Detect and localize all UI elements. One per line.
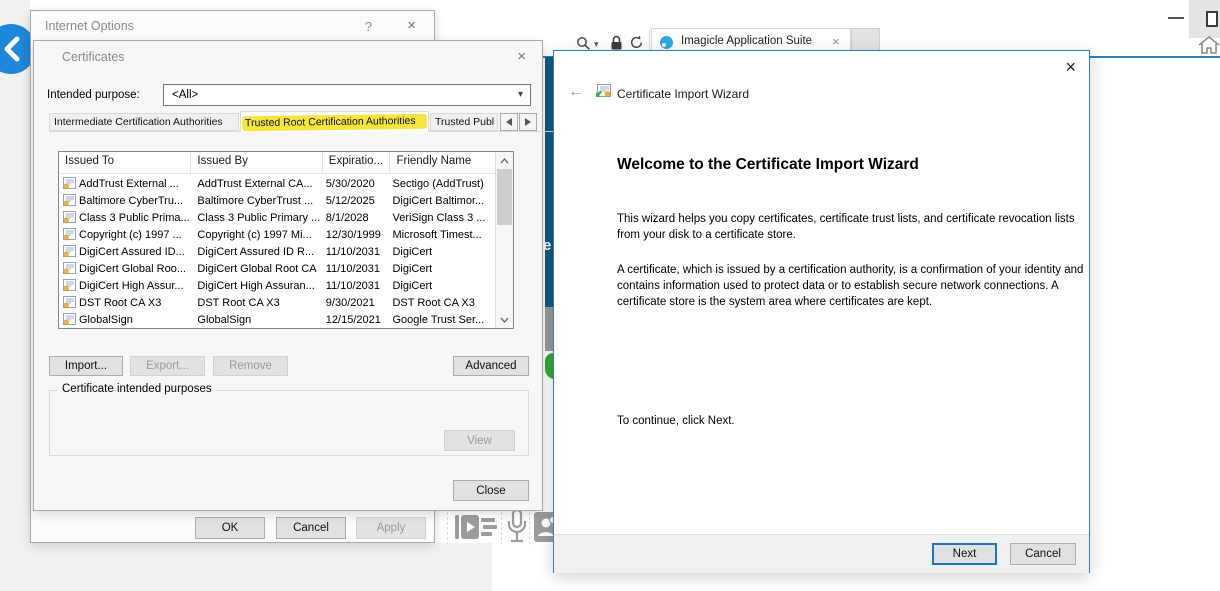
close-button[interactable]: Close bbox=[453, 480, 529, 501]
certificate-icon bbox=[62, 194, 76, 207]
search-icon[interactable] bbox=[576, 36, 591, 51]
column-header-friendly-name[interactable]: Friendly Name bbox=[390, 152, 496, 173]
tab-trusted-publishers[interactable]: Trusted Publ bbox=[430, 113, 498, 131]
table-row[interactable]: DigiCert High Assur... DigiCert High Ass… bbox=[59, 277, 496, 294]
wizard-paragraph-3: To continue, click Next. bbox=[617, 413, 735, 429]
background-left-strip bbox=[0, 0, 30, 591]
certificate-icon bbox=[62, 262, 76, 275]
wizard-paragraph-1: This wizard helps you copy certificates,… bbox=[617, 211, 1079, 243]
groupbox-label: Certificate intended purposes bbox=[58, 383, 216, 395]
certificate-icon bbox=[62, 245, 76, 258]
wizard-heading: Welcome to the Certificate Import Wizard bbox=[617, 156, 919, 174]
table-row[interactable]: Copyright (c) 1997 ... Copyright (c) 199… bbox=[59, 226, 496, 243]
partial-page-icon bbox=[1206, 11, 1218, 27]
browser-tab-title[interactable]: Imagicle Application Suite bbox=[681, 35, 812, 47]
remove-button: Remove bbox=[213, 356, 288, 376]
certificate-import-wizard-dialog: × ← Certificate Import Wizard Welcome to… bbox=[553, 50, 1090, 573]
next-button[interactable]: Next bbox=[932, 543, 997, 565]
certificate-icon bbox=[62, 296, 76, 309]
intended-purpose-label: Intended purpose: bbox=[47, 89, 140, 101]
certificate-icon bbox=[62, 228, 76, 241]
certificate-import-icon bbox=[594, 84, 612, 101]
search-dropdown-icon[interactable]: ▾ bbox=[594, 39, 599, 50]
table-row[interactable]: AddTrust External ... AddTrust External … bbox=[59, 175, 496, 192]
chevron-down-icon: ▾ bbox=[518, 89, 523, 100]
certificate-intended-purposes-groupbox: Certificate intended purposes View bbox=[49, 390, 529, 456]
close-icon[interactable]: × bbox=[407, 17, 416, 34]
background-bottom-strip bbox=[0, 543, 492, 591]
imagicle-favicon bbox=[660, 36, 673, 49]
minimize-icon[interactable] bbox=[1168, 17, 1184, 19]
table-row[interactable]: DigiCert Global Roo... DigiCert Global R… bbox=[59, 260, 496, 277]
combobox-value: <All> bbox=[172, 89, 198, 101]
table-row[interactable]: Class 3 Public Prima... Class 3 Public P… bbox=[59, 209, 496, 226]
certificates-dialog: Certificates × Intended purpose: <All> ▾… bbox=[33, 40, 543, 511]
lock-icon bbox=[610, 35, 623, 51]
vertical-scrollbar[interactable] bbox=[495, 152, 513, 328]
microphone-icon[interactable] bbox=[506, 509, 528, 546]
apply-button: Apply bbox=[356, 517, 426, 539]
column-header-expiration[interactable]: Expiratio... bbox=[323, 152, 391, 173]
tab-intermediate-certification-authorities[interactable]: Intermediate Certification Authorities bbox=[49, 113, 239, 131]
tab-scroll-left-button[interactable] bbox=[500, 113, 518, 131]
tab-trusted-root-certification-authorities[interactable]: Trusted Root Certification Authorities bbox=[240, 111, 429, 132]
intended-purpose-combobox[interactable]: <All> ▾ bbox=[163, 84, 531, 106]
certificate-icon bbox=[62, 313, 76, 326]
video-conference-icon[interactable] bbox=[455, 513, 497, 543]
cancel-button[interactable]: Cancel bbox=[276, 517, 346, 539]
icon-separator bbox=[501, 507, 502, 545]
certificate-list: Issued To Issued By Expiratio... Friendl… bbox=[58, 151, 514, 329]
triangle-left-icon bbox=[506, 118, 512, 126]
icon-separator bbox=[529, 507, 530, 545]
scroll-down-icon[interactable] bbox=[496, 312, 512, 327]
tab-close-icon[interactable]: × bbox=[832, 34, 840, 49]
table-row[interactable]: GlobalSign GlobalSign 12/15/2021 Google … bbox=[59, 311, 496, 328]
back-arrow-icon[interactable]: ← bbox=[568, 83, 584, 101]
triangle-right-icon bbox=[525, 118, 531, 126]
cancel-button[interactable]: Cancel bbox=[1010, 543, 1076, 565]
advanced-button[interactable]: Advanced bbox=[453, 356, 529, 376]
table-row[interactable]: DigiCert Assured ID... DigiCert Assured … bbox=[59, 243, 496, 260]
certificate-icon bbox=[62, 177, 76, 190]
close-icon[interactable]: × bbox=[1065, 57, 1076, 78]
ok-button[interactable]: OK bbox=[195, 517, 265, 539]
tab-scroll-right-button[interactable] bbox=[519, 113, 537, 131]
icon-separator bbox=[447, 507, 448, 545]
certificate-icon bbox=[62, 211, 76, 224]
certificate-icon bbox=[62, 279, 76, 292]
table-row[interactable]: DST Root CA X3 DST Root CA X3 9/30/2021 … bbox=[59, 294, 496, 311]
table-row[interactable]: Baltimore CyberTru... Baltimore CyberTru… bbox=[59, 192, 496, 209]
list-header-row: Issued To Issued By Expiratio... Friendl… bbox=[59, 152, 496, 174]
dialog-title: Certificates bbox=[62, 50, 125, 64]
refresh-icon[interactable] bbox=[629, 35, 644, 50]
close-icon[interactable]: × bbox=[517, 48, 526, 65]
dialog-title: Internet Options bbox=[45, 19, 134, 33]
wizard-footer bbox=[554, 534, 1089, 573]
yellow-highlight: Trusted Root Certification Authorities bbox=[242, 113, 427, 131]
export-button: Export... bbox=[130, 356, 205, 376]
wizard-title: Certificate Import Wizard bbox=[617, 87, 749, 101]
scrollbar-thumb[interactable] bbox=[497, 169, 512, 225]
column-header-issued-by[interactable]: Issued By bbox=[191, 152, 322, 173]
view-button: View bbox=[444, 430, 515, 451]
import-button[interactable]: Import... bbox=[49, 356, 123, 376]
column-header-issued-to[interactable]: Issued To bbox=[59, 152, 191, 173]
home-icon[interactable] bbox=[1197, 35, 1220, 55]
scroll-up-icon[interactable] bbox=[496, 153, 512, 168]
wizard-paragraph-2: A certificate, which is issued by a cert… bbox=[617, 262, 1085, 310]
help-icon[interactable]: ? bbox=[365, 19, 372, 34]
